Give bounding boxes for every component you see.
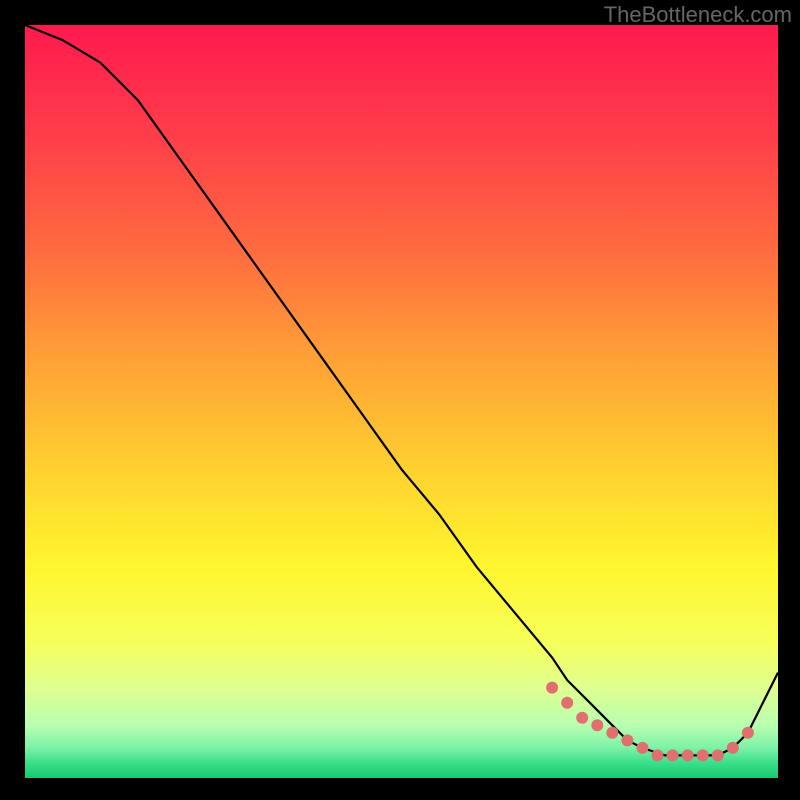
chart-container: TheBottleneck.com	[0, 0, 800, 800]
gradient-background	[25, 25, 778, 778]
plot-area	[25, 25, 778, 778]
watermark-text: TheBottleneck.com	[604, 2, 792, 28]
